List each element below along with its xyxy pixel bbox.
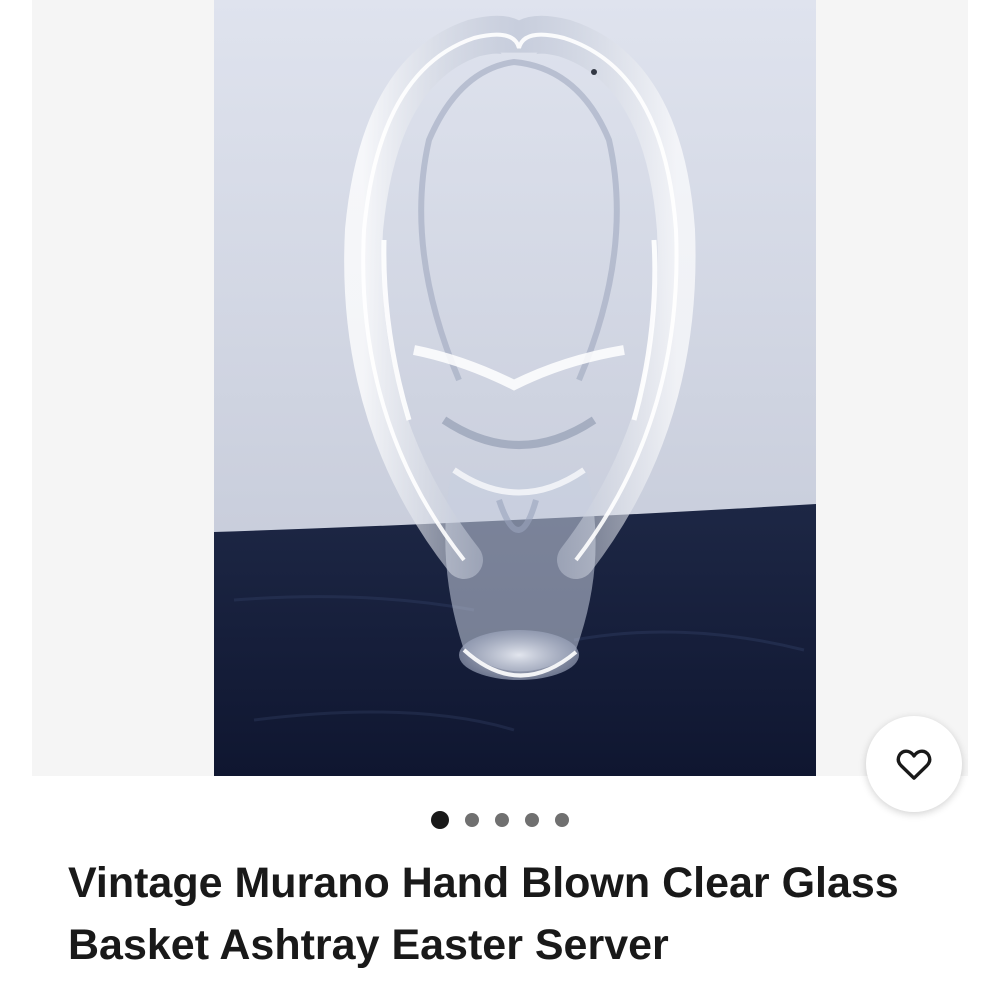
listing-title: Vintage Murano Hand Blown Clear Glass Ba… — [68, 859, 899, 969]
watch-button[interactable] — [866, 716, 962, 812]
gallery-dot-4[interactable] — [525, 813, 539, 827]
product-image[interactable] — [214, 0, 816, 776]
gallery-dot-2[interactable] — [465, 813, 479, 827]
gallery-dot-1[interactable] — [431, 811, 449, 829]
gallery-dot-5[interactable] — [555, 813, 569, 827]
gallery-dot-3[interactable] — [495, 813, 509, 827]
heart-icon — [896, 749, 932, 780]
image-gallery[interactable] — [32, 0, 968, 776]
gallery-pagination — [0, 808, 1000, 832]
listing-page: Vintage Murano Hand Blown Clear Glass Ba… — [0, 0, 1000, 1000]
